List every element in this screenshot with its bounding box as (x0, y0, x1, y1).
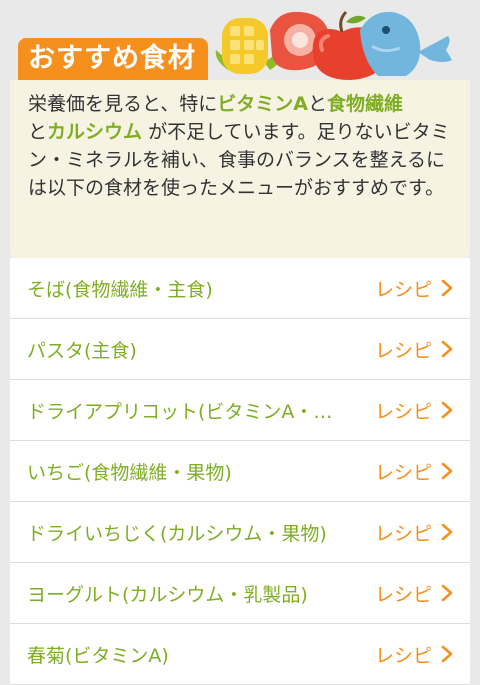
recipe-link[interactable]: レシピ (375, 641, 432, 668)
chevron-right-icon (441, 645, 453, 663)
fish-icon (360, 11, 452, 76)
intro-text-part: 栄養価を見ると、特に (28, 93, 218, 115)
recipe-link[interactable]: レシピ (375, 336, 432, 363)
recipe-link[interactable]: レシピ (375, 519, 432, 546)
recipe-link[interactable]: レシピ (375, 580, 432, 607)
chevron-right-icon (441, 523, 453, 541)
header: おすすめ食材 (0, 0, 480, 80)
nutrient-highlight: ビタミンA (217, 93, 308, 115)
page-title: おすすめ食材 (18, 38, 208, 80)
food-name: 春菊(ビタミンA) (27, 644, 169, 667)
food-name: ドライアプリコット(ビタミンA・… (27, 400, 333, 423)
food-name: いちご(食物繊維・果物) (27, 461, 232, 484)
intro-text-part: と (307, 93, 327, 115)
list-item[interactable]: ヨーグルト(カルシウム・乳製品) レシピ (10, 563, 470, 624)
list-item[interactable]: そば(食物繊維・主食) レシピ (10, 258, 470, 319)
list-item[interactable]: 春菊(ビタミンA) レシピ (10, 624, 470, 685)
recipe-link[interactable]: レシピ (375, 275, 432, 302)
chevron-right-icon (441, 279, 453, 297)
nutrient-highlight: カルシウム (47, 121, 143, 143)
food-list: そば(食物繊維・主食) レシピ パスタ(主食) レシピ ドライアプリコット(ビタ… (10, 258, 470, 685)
intro-text: 栄養価を見ると、特にビタミンAと食物繊維 とカルシウム が不足しています。足りな… (10, 80, 470, 258)
chevron-right-icon (441, 340, 453, 358)
food-name: パスタ(主食) (27, 339, 137, 362)
nutrient-highlight: 食物繊維 (326, 93, 403, 115)
recipe-link[interactable]: レシピ (375, 397, 432, 424)
food-name: ドライいちじく(カルシウム・果物) (27, 522, 327, 545)
list-item[interactable]: ドライアプリコット(ビタミンA・… レシピ (10, 380, 470, 441)
food-name: そば(食物繊維・主食) (27, 278, 213, 301)
list-item[interactable]: いちご(食物繊維・果物) レシピ (10, 441, 470, 502)
list-item[interactable]: パスタ(主食) レシピ (10, 319, 470, 380)
list-item[interactable]: ドライいちじく(カルシウム・果物) レシピ (10, 502, 470, 563)
chevron-right-icon (441, 462, 453, 480)
chevron-right-icon (441, 584, 453, 602)
intro-text-part: と (28, 121, 48, 143)
food-name: ヨーグルト(カルシウム・乳製品) (27, 583, 308, 606)
recipe-link[interactable]: レシピ (375, 458, 432, 485)
chevron-right-icon (441, 401, 453, 419)
